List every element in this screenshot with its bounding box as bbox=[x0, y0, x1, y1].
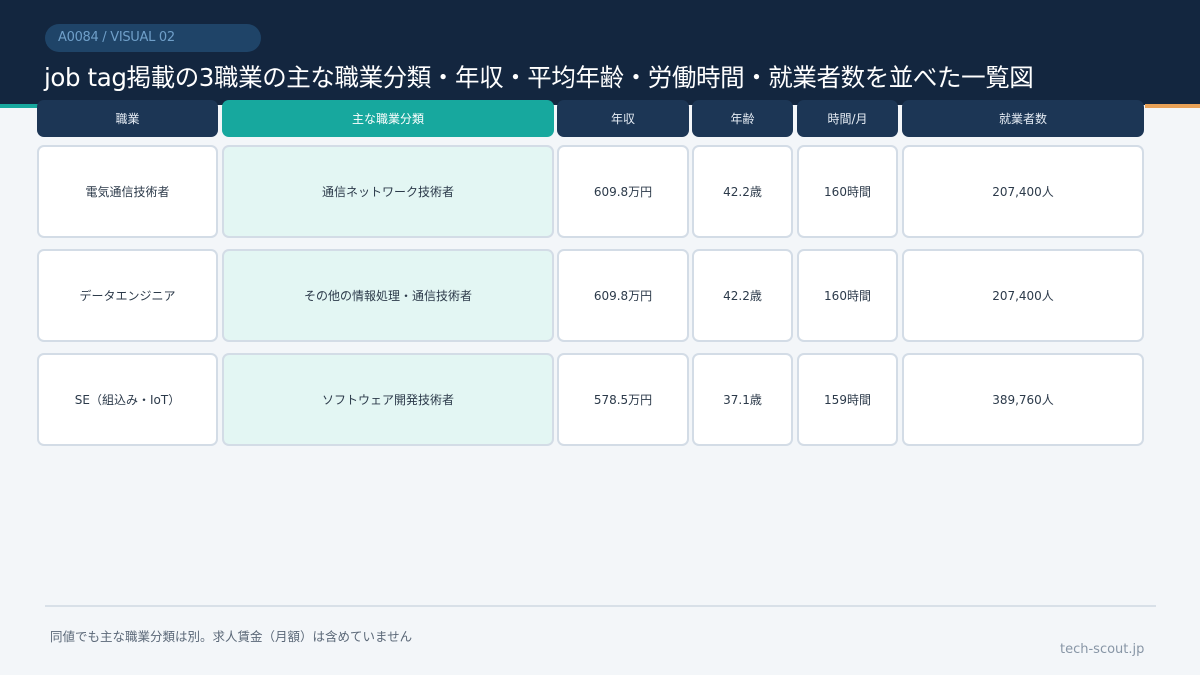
table-cell-classification: その他の情報処理・通信技術者 bbox=[222, 249, 554, 342]
table-cell-age: 37.1歳 bbox=[692, 353, 793, 446]
table-cell-classification: 通信ネットワーク技術者 bbox=[222, 145, 554, 238]
column-header-hours: 時間/月 bbox=[797, 100, 898, 137]
table-cell-occupation: 電気通信技術者 bbox=[37, 145, 218, 238]
footnote: 同値でも主な職業分類は別。求人賃金（月額）は含めていません bbox=[50, 629, 413, 644]
accent-bar-teal bbox=[0, 104, 40, 108]
table-cell-hours: 160時間 bbox=[797, 145, 898, 238]
table-cell-workers: 207,400人 bbox=[902, 145, 1144, 238]
table-cell-age: 42.2歳 bbox=[692, 249, 793, 342]
table-cell-occupation: データエンジニア bbox=[37, 249, 218, 342]
column-header-age: 年齢 bbox=[692, 100, 793, 137]
table-cell-age: 42.2歳 bbox=[692, 145, 793, 238]
visual-id-badge: A0084 / VISUAL 02 bbox=[45, 24, 261, 52]
page-title: job tag掲載の3職業の主な職業分類・年収・平均年齢・労働時間・就業者数を並… bbox=[44, 63, 1034, 92]
accent-bar-orange bbox=[1145, 104, 1200, 108]
table-cell-salary: 609.8万円 bbox=[557, 145, 689, 238]
column-header-salary: 年収 bbox=[557, 100, 689, 137]
table-cell-workers: 389,760人 bbox=[902, 353, 1144, 446]
table-cell-classification: ソフトウェア開発技術者 bbox=[222, 353, 554, 446]
column-header-workers: 就業者数 bbox=[902, 100, 1144, 137]
table-cell-salary: 609.8万円 bbox=[557, 249, 689, 342]
column-header-classification: 主な職業分類 bbox=[222, 100, 554, 137]
table-cell-occupation: SE（組込み・IoT） bbox=[37, 353, 218, 446]
table-cell-workers: 207,400人 bbox=[902, 249, 1144, 342]
table-cell-hours: 159時間 bbox=[797, 353, 898, 446]
footer-divider bbox=[45, 605, 1156, 607]
table-cell-hours: 160時間 bbox=[797, 249, 898, 342]
column-header-occupation: 職業 bbox=[37, 100, 218, 137]
table-cell-salary: 578.5万円 bbox=[557, 353, 689, 446]
site-credit: tech-scout.jp bbox=[1060, 642, 1145, 657]
